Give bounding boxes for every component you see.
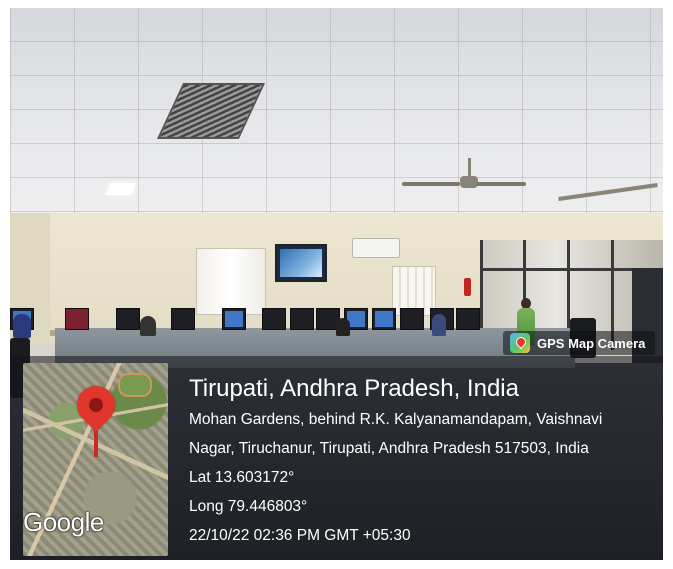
monitor	[400, 308, 424, 330]
location-pin-icon	[69, 378, 123, 432]
ceiling-light	[105, 183, 137, 195]
window-curtain	[196, 248, 266, 315]
location-map-thumbnail: Google	[23, 363, 168, 556]
location-title: Tirupati, Andhra Pradesh, India	[189, 375, 519, 402]
timestamp-text: 22/10/22 02:36 PM GMT +05:30	[189, 527, 411, 544]
gps-map-camera-badge: GPS Map Camera	[503, 331, 655, 355]
monitor	[222, 308, 246, 330]
monitor	[116, 308, 140, 330]
fire-extinguisher	[464, 278, 471, 296]
monitor	[372, 308, 396, 330]
badge-label: GPS Map Camera	[537, 335, 646, 351]
ceiling-fan-blade	[558, 183, 658, 201]
gps-map-camera-app-icon	[510, 333, 530, 353]
monitor	[290, 308, 314, 330]
monitor	[456, 308, 480, 330]
ceiling-vent	[156, 83, 266, 139]
monitor	[65, 308, 89, 330]
air-conditioner	[352, 238, 400, 258]
address-line-2: Nagar, Tiruchanur, Tirupati, Andhra Prad…	[189, 440, 589, 457]
longitude-text: Long 79.446803°	[189, 498, 308, 515]
student	[432, 314, 446, 336]
student	[336, 318, 350, 336]
monitor	[171, 308, 195, 330]
address-line-1: Mohan Gardens, behind R.K. Kalyanamandap…	[189, 411, 603, 428]
student	[13, 314, 31, 338]
monitor	[262, 308, 286, 330]
wall-tv	[275, 244, 327, 282]
latitude-text: Lat 13.603172°	[189, 469, 295, 486]
map-field	[118, 373, 152, 397]
google-logo: Google	[23, 507, 104, 537]
student	[140, 316, 156, 336]
ceiling	[10, 8, 663, 238]
